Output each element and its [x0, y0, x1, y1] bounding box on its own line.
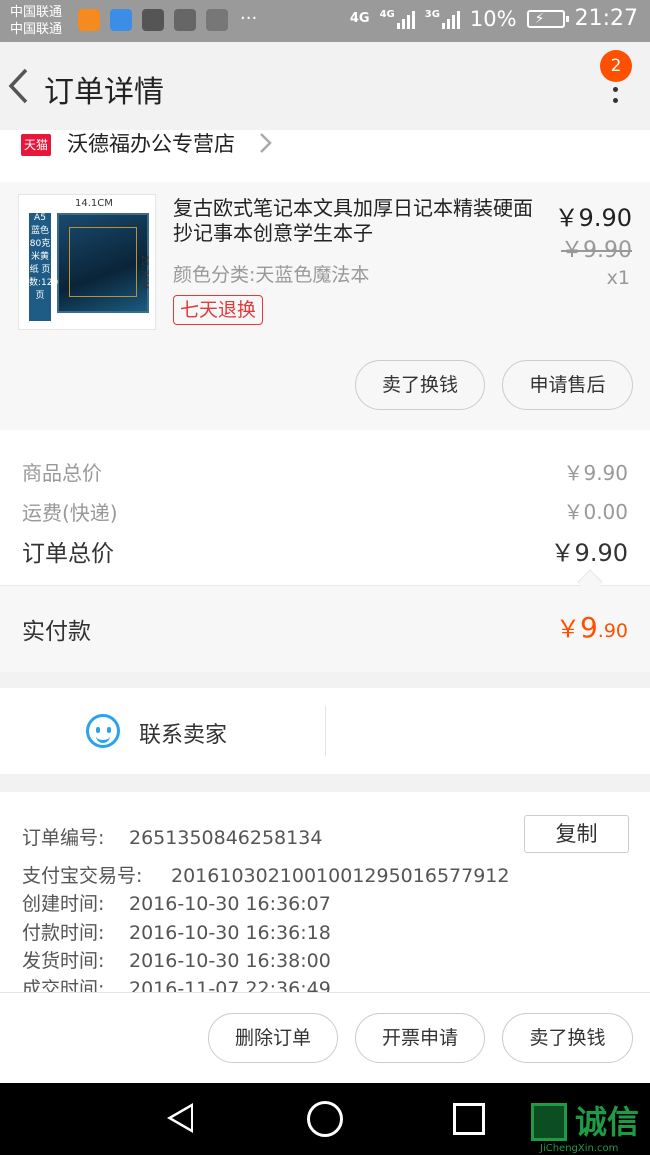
- alipay-trade-row: 支付宝交易号: 2016103021001001295016577912: [22, 861, 509, 888]
- status-bar: 中国联通 中国联通 ··· 4G 4G 3G 10% ⚡ 21:27: [0, 0, 650, 42]
- product-card: 14.1CM A5 蓝色 80克米黄纸 页数:120页 20.7CM 复古欧式笔…: [0, 182, 650, 430]
- paid-value: ￥9.90: [556, 609, 628, 644]
- product-quantity: x1: [606, 267, 630, 289]
- order-number-row: 订单编号: 2651350846258134: [22, 823, 322, 850]
- shop-name: 沃德福办公专营店: [67, 132, 235, 156]
- shipping-label: 运费(快递): [22, 501, 118, 525]
- info-key: 支付宝交易号:: [22, 865, 143, 887]
- order-total-value: ￥9.90: [550, 539, 628, 567]
- paid-label: 实付款: [22, 619, 91, 645]
- uc-browser-icon: [78, 9, 100, 31]
- product-price: ￥9.90: [554, 204, 632, 232]
- invoice-request-button[interactable]: 开票申请: [355, 1013, 485, 1063]
- contact-seller-row: 联系卖家: [0, 688, 650, 774]
- order-info: 订单编号: 2651350846258134 复制 支付宝交易号: 20161030…: [0, 792, 650, 992]
- avatar-notification-icon: [174, 9, 196, 31]
- completed-time-row: 成交时间: 2016-11-07 22:36:49: [22, 974, 331, 992]
- thumb-size-label: 20.7CM: [139, 255, 149, 290]
- avatar-notification-icon: [142, 9, 164, 31]
- wangwang-chat-icon: [86, 714, 120, 748]
- paid-amount-row: 实付款 ￥9.90: [0, 585, 650, 672]
- thumb-size-label: 14.1CM: [75, 198, 113, 209]
- page-title: 订单详情: [44, 75, 164, 110]
- info-key: 付款时间:: [22, 922, 105, 944]
- system-nav-bar: 诚信 JiChengXin.com: [0, 1083, 650, 1155]
- shipped-time-row: 发货时间: 2016-10-30 16:38:00: [22, 946, 331, 973]
- order-total-label: 订单总价: [22, 541, 114, 567]
- product-title[interactable]: 复古欧式笔记本文具加厚日记本精装硬面抄记事本创意学生本子: [173, 196, 548, 246]
- return-policy-tag: 七天退换: [173, 295, 264, 325]
- carrier-info: 中国联通 中国联通: [10, 4, 62, 38]
- created-time-row: 创建时间: 2016-10-30 16:36:07: [22, 889, 331, 916]
- paid-currency: ￥: [555, 615, 580, 643]
- health-app-icon: [110, 9, 132, 31]
- info-value: 2651350846258134: [129, 827, 323, 849]
- divider: [0, 585, 650, 586]
- carrier-label: 中国联通: [10, 5, 63, 20]
- network-label: 3G: [424, 8, 440, 20]
- chevron-right-icon: [258, 128, 274, 165]
- shop-row[interactable]: 天猫 沃德福办公专营店: [0, 130, 650, 182]
- product-variant: 颜色分类:天蓝色魔法本: [173, 264, 370, 286]
- battery-icon: ⚡: [526, 9, 569, 28]
- paid-time-row: 付款时间: 2016-10-30 16:36:18: [22, 918, 331, 945]
- bottom-action-bar: 删除订单 开票申请 卖了换钱: [0, 992, 650, 1083]
- nav-recent-icon[interactable]: [453, 1103, 485, 1135]
- info-value: 2016-10-30 16:36:18: [129, 922, 331, 944]
- product-thumbnail[interactable]: 14.1CM A5 蓝色 80克米黄纸 页数:120页 20.7CM: [18, 194, 156, 330]
- watermark-url: JiChengXin.com: [540, 1143, 619, 1154]
- info-key: 发货时间:: [22, 950, 105, 972]
- goods-total-label: 商品总价: [22, 461, 102, 485]
- info-key: 订单编号:: [22, 827, 105, 849]
- status-right: 4G 4G 3G 10% ⚡ 21:27: [350, 6, 638, 31]
- nav-back-icon-inner: [172, 1107, 191, 1129]
- notebook-image: [57, 213, 149, 313]
- shipping-value: ￥0.00: [563, 500, 628, 524]
- after-sales-button[interactable]: 申请售后: [502, 360, 633, 410]
- signal-icon: 3G: [425, 9, 460, 29]
- watermark-text: 诚信: [575, 1103, 640, 1141]
- info-value: 2016-10-30 16:36:07: [129, 893, 331, 915]
- info-value: 2016-10-30 16:38:00: [129, 950, 331, 972]
- tmall-icon: 天猫: [21, 134, 51, 156]
- info-value: 2016103021001001295016577912: [171, 865, 510, 887]
- book-decoration: [69, 227, 137, 297]
- delete-order-button[interactable]: 删除订单: [208, 1013, 338, 1063]
- paid-decimal: .90: [597, 620, 628, 642]
- clock: 21:27: [574, 6, 638, 31]
- sell-for-cash-button[interactable]: 卖了换钱: [502, 1013, 633, 1063]
- divider: [325, 706, 326, 756]
- signal-icon: 4G: [380, 9, 415, 29]
- price-summary: 商品总价 ￥9.90 运费(快递) ￥0.00 订单总价 ￥9.90 实付款 ￥…: [0, 430, 650, 672]
- battery-percent: 10%: [469, 6, 517, 31]
- copy-button[interactable]: 复制: [524, 815, 629, 853]
- sell-for-cash-button[interactable]: 卖了换钱: [355, 360, 485, 410]
- watermark-logo: [531, 1103, 567, 1141]
- original-price: ￥9.90: [561, 238, 632, 263]
- back-icon[interactable]: [6, 66, 32, 115]
- carrier-label: 中国联通: [10, 22, 63, 37]
- info-key: 成交时间:: [22, 978, 105, 992]
- avatar-notification-icon: [206, 9, 228, 31]
- nav-home-icon[interactable]: [307, 1101, 343, 1137]
- book-spine-label: A5 蓝色 80克米黄纸 页数:120页: [29, 213, 58, 321]
- info-value: 2016-11-07 22:36:49: [129, 978, 331, 992]
- info-key: 创建时间:: [22, 893, 105, 915]
- network-label: 4G: [349, 11, 370, 26]
- paid-integer: 9: [579, 611, 598, 644]
- nav-bar: 订单详情: [0, 42, 650, 130]
- more-notifications: ···: [240, 8, 258, 29]
- goods-total-value: ￥9.90: [563, 461, 628, 485]
- network-label: 4G: [379, 8, 395, 20]
- notification-badge: 2: [600, 50, 632, 82]
- contact-seller-button[interactable]: 联系卖家: [139, 717, 227, 749]
